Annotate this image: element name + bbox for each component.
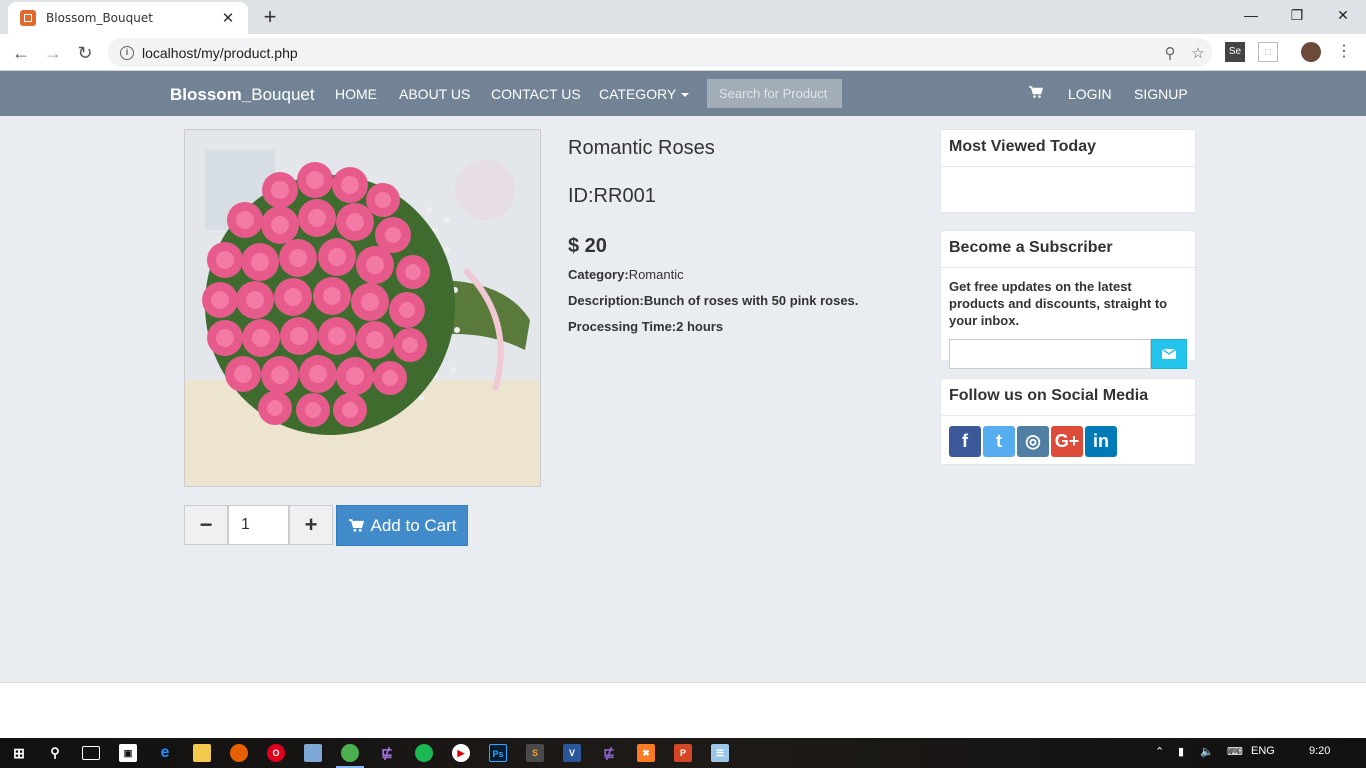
music-app-icon[interactable] [415,744,433,762]
subscribe-button[interactable] [1151,339,1187,369]
xampp-icon[interactable]: ✖ [637,744,655,762]
product-price: $ 20 [568,235,607,257]
visio-icon[interactable]: V [563,744,581,762]
search-icon[interactable]: ⚲ [46,744,64,762]
photoshop-icon[interactable]: Ps [489,744,507,762]
minimize-button[interactable]: — [1228,0,1274,30]
most-viewed-title: Most Viewed Today [941,130,1195,167]
site-brand[interactable]: Blossom_Bouquet [170,85,315,105]
clock[interactable]: 9:20 [1309,745,1330,757]
google-plus-icon[interactable]: G+ [1051,426,1083,457]
windows-taskbar: ⊞ ⚲ ▣ e O ⋢ ▶ Ps S V ⋢ ✖ P ☰ ⌃ ▮ 🔈 ⌨ ENG… [0,738,1366,768]
most-viewed-panel: Most Viewed Today [940,129,1196,213]
firefox-icon[interactable] [230,744,248,762]
social-icons: f t ◎ G+ in [941,416,1195,467]
show-hidden-icons-icon[interactable]: ⌃ [1155,745,1164,758]
media-player-icon[interactable]: ▶ [452,744,470,762]
task-view-icon[interactable] [82,746,100,760]
instagram-icon[interactable]: ◎ [1017,426,1049,457]
product-category: Category:Romantic [568,267,684,282]
nav-category-dropdown[interactable]: CATEGORY [599,86,690,102]
browser-toolbar: ← → ↻ i localhost/my/product.php ⚲ ☆ Se … [0,34,1366,71]
profile-avatar[interactable] [1301,42,1321,62]
zoom-icon[interactable]: ⚲ [1156,44,1184,62]
window-close-button[interactable]: ✕ [1320,0,1366,30]
social-panel: Follow us on Social Media f t ◎ G+ in [940,378,1196,465]
url-text[interactable]: localhost/my/product.php [142,45,1156,61]
reload-button[interactable]: ↻ [72,40,98,66]
nav-home[interactable]: HOME [335,86,377,102]
new-tab-button[interactable]: + [258,4,282,30]
app-cube-icon[interactable] [304,744,322,762]
xampp-favicon-icon [20,10,36,26]
sublime-text-icon[interactable]: S [526,744,544,762]
subscriber-email-input[interactable] [949,339,1151,369]
keyboard-icon[interactable]: ⌨ [1227,745,1243,758]
powerpoint-icon[interactable]: P [674,744,692,762]
social-title: Follow us on Social Media [941,379,1195,416]
quantity-input[interactable] [228,505,289,545]
chrome-icon[interactable] [341,744,359,762]
product-processing-time: Processing Time:2 hours [568,319,724,334]
visual-studio-code-icon[interactable]: ⋢ [378,744,396,762]
windows-start-icon[interactable]: ⊞ [10,744,28,762]
product-description: Description:Bunch of roses with 50 pink … [568,293,859,308]
opera-icon[interactable]: O [267,744,285,762]
twitter-icon[interactable]: t [983,426,1015,457]
nav-signup[interactable]: SIGNUP [1134,86,1188,102]
product-id: ID:RR001 [568,185,656,207]
nav-contact-us[interactable]: CONTACT US [491,86,581,102]
battery-icon[interactable]: ▮ [1178,745,1184,758]
nav-login[interactable]: LOGIN [1068,86,1112,102]
tab-close-icon[interactable]: ✕ [220,9,236,27]
notepad-icon[interactable]: ☰ [711,744,729,762]
quantity-plus-button[interactable]: + [289,505,333,545]
product-image [184,129,541,487]
facebook-icon[interactable]: f [949,426,981,457]
extension-icon[interactable]: □ [1258,42,1278,62]
restore-button[interactable]: ❐ [1274,0,1320,30]
language-indicator[interactable]: ENG [1251,745,1275,757]
menu-kebab-icon[interactable]: ⋮ [1334,42,1354,62]
back-button[interactable]: ← [8,40,34,66]
quantity-minus-button[interactable]: − [184,505,228,545]
nav-about-us[interactable]: ABOUT US [399,86,470,102]
visual-studio-icon[interactable]: ⋢ [600,744,618,762]
subscriber-title: Become a Subscriber [941,231,1195,268]
store-icon[interactable]: ▣ [119,744,137,762]
cart-icon [348,519,364,532]
caret-down-icon [681,93,690,98]
forward-button[interactable]: → [40,40,66,66]
info-icon[interactable]: i [120,45,134,60]
subscriber-text: Get free updates on the latest products … [949,279,1168,328]
add-to-cart-button[interactable]: Add to Cart [336,505,468,546]
file-explorer-icon[interactable] [193,744,211,762]
selenium-extension-icon[interactable]: Se [1225,42,1245,62]
subscriber-panel: Become a Subscriber Get free updates on … [940,230,1196,369]
tab-title: Blossom_Bouquet [46,11,153,25]
web-page: Blossom_Bouquet HOME ABOUT US CONTACT US… [0,71,1366,682]
add-to-cart-label: Add to Cart [370,515,457,535]
envelope-icon [1162,349,1176,359]
rose-bouquet-image [185,130,540,486]
page-footer-area [0,682,1366,738]
site-navbar: Blossom_Bouquet HOME ABOUT US CONTACT US… [0,71,1366,116]
product-name: Romantic Roses [568,137,715,159]
browser-tab-bar: Blossom_Bouquet ✕ + — ❐ ✕ [0,0,1366,34]
browser-tab[interactable]: Blossom_Bouquet ✕ [8,2,248,34]
search-input[interactable] [707,79,842,108]
cart-icon[interactable] [1029,85,1043,99]
address-bar[interactable]: i localhost/my/product.php ⚲ ☆ [108,38,1212,67]
bookmark-star-icon[interactable]: ☆ [1184,44,1212,62]
edge-icon[interactable]: e [156,744,174,762]
volume-icon[interactable]: 🔈 [1200,745,1214,758]
linkedin-icon[interactable]: in [1085,426,1117,457]
